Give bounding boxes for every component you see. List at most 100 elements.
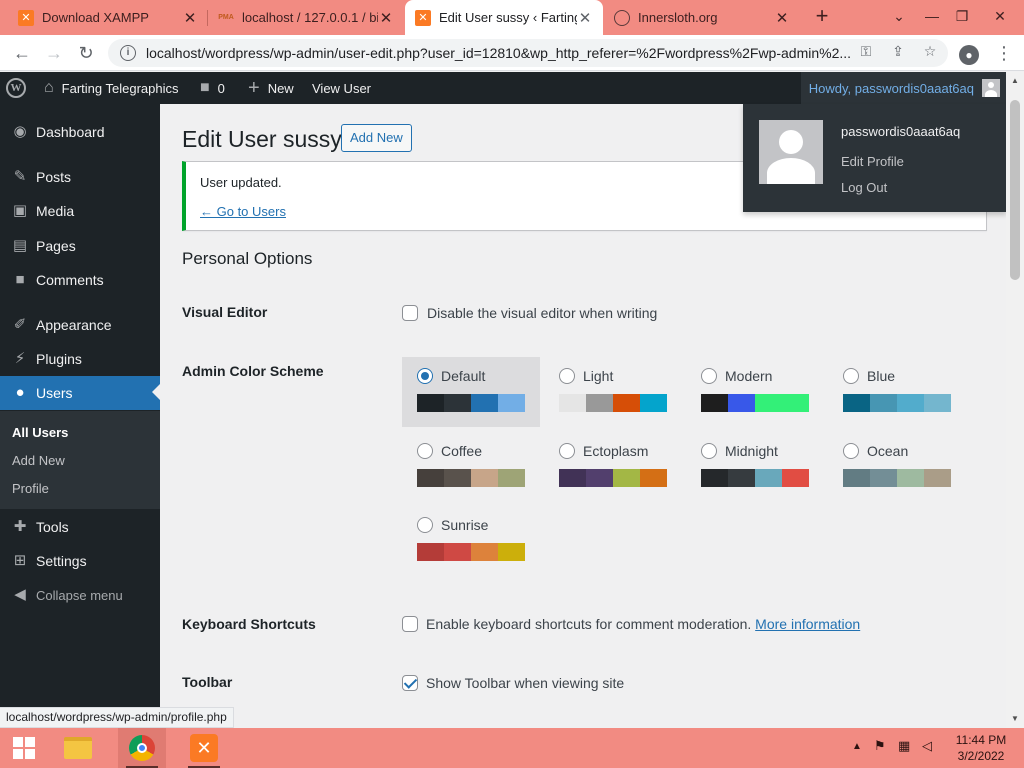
security-icon[interactable]: ⚑ <box>874 738 886 754</box>
address-bar[interactable]: i localhost/wordpress/wp-admin/user-edit… <box>108 39 948 67</box>
add-new-button[interactable]: Add New <box>341 124 412 152</box>
submenu-profile[interactable]: Profile <box>12 481 49 496</box>
back-icon[interactable]: ← <box>8 39 36 67</box>
edit-profile-link[interactable]: Edit Profile <box>841 154 904 169</box>
radio-blue[interactable] <box>843 368 859 384</box>
browser-toolbar: ← → ↻ i localhost/wordpress/wp-admin/use… <box>0 35 1024 71</box>
sidebar-item-label: Posts <box>36 169 72 185</box>
new-label: New <box>267 80 294 96</box>
sidebar-item-dashboard[interactable]: ◉ Dashboard <box>0 115 160 149</box>
chrome-icon[interactable] <box>118 728 166 768</box>
scroll-up-icon[interactable]: ▲ <box>1006 76 1024 85</box>
account-username[interactable]: passwordis0aaat6aq <box>841 124 960 139</box>
tab-phpmyadmin[interactable]: PMA localhost / 127.0.0.1 / bit ✕ <box>208 0 404 35</box>
tab-download-xampp[interactable]: ✕ Download XAMPP ✕ <box>8 0 208 35</box>
close-icon[interactable]: ✕ <box>378 9 394 27</box>
tab-label: Innersloth.org <box>638 10 718 25</box>
submenu-add-new[interactable]: Add New <box>12 453 65 468</box>
collapse-menu-button[interactable]: ◀ Collapse menu <box>0 578 160 612</box>
view-user-link[interactable]: View User <box>312 72 371 104</box>
radio-coffee[interactable] <box>417 443 433 459</box>
radio-light[interactable] <box>559 368 575 384</box>
more-information-link[interactable]: More information <box>755 616 860 632</box>
window-close-icon[interactable]: ✕ <box>984 0 1016 32</box>
close-icon[interactable]: ✕ <box>182 9 198 27</box>
color-scheme-coffee[interactable]: Coffee <box>402 432 540 502</box>
submenu-all-users[interactable]: All Users <box>12 425 68 440</box>
sidebar-item-label: Pages <box>36 238 76 254</box>
sidebar-item-users[interactable]: ● Users <box>0 376 160 410</box>
tab-innersloth[interactable]: Innersloth.org ✕ <box>604 0 800 35</box>
wordpress-logo-icon[interactable]: W <box>6 72 26 104</box>
page-scrollbar[interactable]: ▲ ▼ <box>1006 72 1024 728</box>
scroll-down-icon[interactable]: ▼ <box>1006 714 1024 723</box>
tab-search-icon[interactable]: ⌄ <box>883 0 915 32</box>
close-icon[interactable]: ✕ <box>774 9 790 27</box>
tray-chevron-icon[interactable]: ▲ <box>852 741 862 752</box>
account-dropdown: passwordis0aaat6aq Edit Profile Log Out <box>743 104 1007 212</box>
color-scheme-light[interactable]: Light <box>544 357 682 427</box>
radio-midnight[interactable] <box>701 443 717 459</box>
network-icon[interactable]: ▦ <box>898 738 910 754</box>
file-explorer-icon[interactable] <box>54 728 102 768</box>
sidebar-item-comments[interactable]: ■ Comments <box>0 263 160 297</box>
share-icon[interactable]: ⇪ <box>886 43 910 63</box>
sidebar-item-pages[interactable]: ▤ Pages <box>0 229 160 263</box>
phpmyadmin-icon: PMA <box>218 14 234 21</box>
avatar <box>982 79 1000 97</box>
keyboard-shortcuts-label: Keyboard Shortcuts <box>182 616 316 632</box>
minimize-icon[interactable]: — <box>916 0 948 32</box>
my-account-link[interactable]: Howdy, passwordis0aaat6aq <box>800 72 1008 104</box>
new-tab-button[interactable]: + <box>809 4 835 30</box>
bookmark-star-icon[interactable]: ☆ <box>918 43 942 63</box>
close-icon[interactable]: ✕ <box>577 9 593 27</box>
log-out-link[interactable]: Log Out <box>841 180 887 195</box>
site-info-icon[interactable]: i <box>120 45 136 61</box>
forward-icon[interactable]: → <box>40 39 68 67</box>
volume-icon[interactable]: ◁ <box>922 738 932 754</box>
scheme-swatches <box>559 469 667 487</box>
sidebar-item-settings[interactable]: ⊞ Settings <box>0 544 160 578</box>
menu-dots-icon[interactable]: ⋮ <box>990 39 1018 67</box>
color-scheme-sunrise[interactable]: Sunrise <box>402 506 540 576</box>
comments-link[interactable]: ■ 0 <box>200 72 225 104</box>
sidebar-item-tools[interactable]: ✚ Tools <box>0 510 160 544</box>
brush-icon: ✐ <box>13 316 27 333</box>
radio-sunrise[interactable] <box>417 517 433 533</box>
color-scheme-blue[interactable]: Blue <box>828 357 966 427</box>
avatar <box>759 120 823 184</box>
windows-start-icon[interactable] <box>0 728 48 768</box>
plus-icon: + <box>248 76 260 99</box>
sidebar-item-plugins[interactable]: ⚡ Plugins <box>0 342 160 376</box>
radio-ectoplasm[interactable] <box>559 443 575 459</box>
new-content-link[interactable]: + New <box>248 72 294 104</box>
sidebar-item-label: Tools <box>36 519 69 535</box>
radio-default[interactable] <box>417 368 433 384</box>
taskbar-clock[interactable]: 11:44 PM 3/2/2022 <box>944 732 1018 764</box>
visual-editor-checkbox[interactable] <box>402 305 418 321</box>
scroll-thumb[interactable] <box>1010 100 1020 280</box>
profile-icon[interactable]: ● <box>955 39 983 67</box>
sidebar-item-appearance[interactable]: ✐ Appearance <box>0 308 160 342</box>
scheme-name: Coffee <box>441 443 482 459</box>
keyboard-shortcuts-checkbox[interactable] <box>402 616 418 632</box>
color-scheme-modern[interactable]: Modern <box>686 357 824 427</box>
radio-modern[interactable] <box>701 368 717 384</box>
tab-edit-user[interactable]: ✕ Edit User sussy ‹ Farting ✕ <box>405 0 603 35</box>
sidebar-item-label: Users <box>36 385 73 401</box>
restore-icon[interactable]: ❐ <box>946 0 978 32</box>
key-icon[interactable]: ⚿ <box>854 43 878 63</box>
users-submenu: All Users Add New Profile <box>0 411 160 509</box>
xampp-icon[interactable]: ✕ <box>180 728 228 768</box>
color-scheme-midnight[interactable]: Midnight <box>686 432 824 502</box>
sidebar-item-posts[interactable]: ✎ Posts <box>0 160 160 194</box>
sidebar-item-media[interactable]: ▣ Media <box>0 194 160 228</box>
show-toolbar-checkbox[interactable] <box>402 675 418 691</box>
reload-icon[interactable]: ↻ <box>72 39 100 67</box>
radio-ocean[interactable] <box>843 443 859 459</box>
go-to-users-link[interactable]: ← Go to Users <box>200 204 286 219</box>
color-scheme-ocean[interactable]: Ocean <box>828 432 966 502</box>
color-scheme-ectoplasm[interactable]: Ectoplasm <box>544 432 682 502</box>
color-scheme-default[interactable]: Default <box>402 357 540 427</box>
site-name-link[interactable]: ⌂ Farting Telegraphics <box>44 72 179 104</box>
